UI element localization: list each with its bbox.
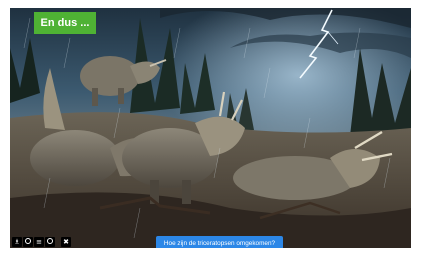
attribution-icon bbox=[23, 237, 33, 247]
public-domain-icon: ✖ bbox=[61, 237, 71, 247]
share-alike-icon: ≡ bbox=[34, 237, 44, 247]
section-title-badge: En dus ... bbox=[34, 12, 96, 34]
dinosaur-scene-frame: En dus ... Hoe zijn de triceratopsen omg… bbox=[10, 8, 411, 248]
license-icons: ♗ ≡ ✖ bbox=[12, 237, 71, 247]
question-button[interactable]: Hoe zijn de triceratopsen omgekomen? bbox=[156, 236, 283, 248]
creative-commons-icon: ♗ bbox=[12, 237, 22, 247]
noncommercial-icon bbox=[45, 237, 55, 247]
triceratops-storm-illustration bbox=[10, 8, 411, 248]
